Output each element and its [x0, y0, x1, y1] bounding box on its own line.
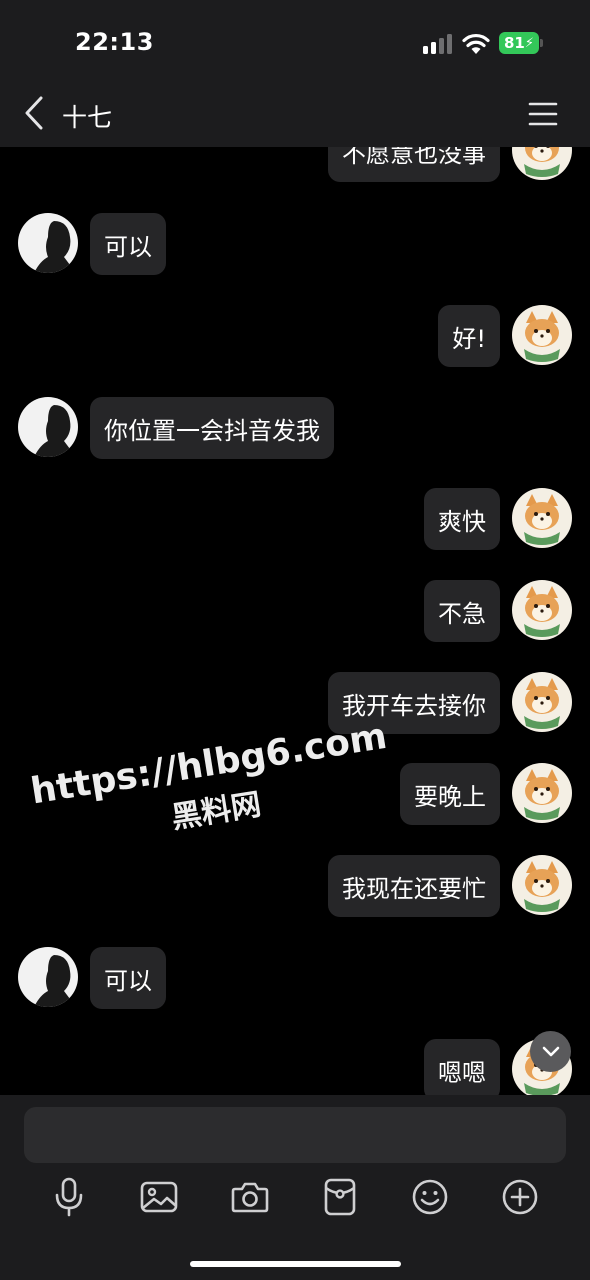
message-text: 你位置一会抖音发我: [104, 416, 320, 445]
message-row-outgoing: 好!: [0, 305, 590, 367]
message-bubble[interactable]: 爽快: [424, 488, 500, 550]
message-row-incoming: 你位置一会抖音发我: [0, 397, 590, 459]
status-time: 22:13: [75, 28, 154, 56]
message-bubble[interactable]: 我开车去接你: [328, 672, 500, 734]
message-row-outgoing: 我现在还要忙: [0, 855, 590, 917]
scroll-to-bottom-button[interactable]: [530, 1031, 571, 1072]
message-text: 我现在还要忙: [342, 874, 486, 903]
message-bubble[interactable]: 好!: [438, 305, 500, 367]
voice-button[interactable]: [47, 1175, 91, 1219]
message-bubble[interactable]: 你位置一会抖音发我: [90, 397, 334, 459]
red-packet-button[interactable]: [318, 1175, 362, 1219]
contact-name[interactable]: 十七: [62, 98, 112, 134]
message-row-outgoing: 爽快: [0, 488, 590, 550]
charging-bolt-icon: ⚡: [524, 35, 534, 51]
status-bar: 22:13 81 ⚡: [0, 0, 590, 80]
message-bubble[interactable]: 可以: [90, 213, 166, 275]
message-row-outgoing: 我开车去接你: [0, 672, 590, 734]
message-bubble[interactable]: 我现在还要忙: [328, 855, 500, 917]
plus-icon: [502, 1179, 538, 1215]
shiba-dog-avatar-icon: [512, 855, 572, 915]
my-avatar[interactable]: [512, 763, 572, 823]
message-row-outgoing: 嗯嗯: [0, 1039, 590, 1095]
message-row-incoming: 可以: [0, 947, 590, 1009]
my-avatar[interactable]: [512, 147, 572, 180]
message-row-outgoing: 不愿意也没事: [0, 147, 590, 182]
chevron-down-icon: [542, 1046, 559, 1056]
my-avatar[interactable]: [512, 488, 572, 548]
shiba-dog-avatar-icon: [512, 763, 572, 823]
message-bubble[interactable]: 不愿意也没事: [328, 147, 500, 182]
silhouette-person-avatar-icon: [18, 947, 78, 1007]
contact-avatar[interactable]: [18, 213, 78, 273]
silhouette-person-avatar-icon: [18, 213, 78, 273]
cellular-signal-icon: [423, 34, 452, 54]
hamburger-menu-icon[interactable]: [524, 96, 562, 132]
message-bubble[interactable]: 嗯嗯: [424, 1039, 500, 1095]
shiba-dog-avatar-icon: [512, 672, 572, 732]
microphone-icon: [55, 1177, 83, 1217]
shiba-dog-avatar-icon: [512, 488, 572, 548]
wifi-icon: [462, 33, 490, 54]
message-bubble[interactable]: 要晚上: [400, 763, 500, 825]
message-text: 可以: [104, 232, 152, 261]
emoji-button[interactable]: [408, 1175, 452, 1219]
shiba-dog-avatar-icon: [512, 147, 572, 180]
message-bubble[interactable]: 不急: [424, 580, 500, 642]
message-text: 好!: [452, 324, 486, 353]
red-packet-icon: [324, 1178, 356, 1216]
chat-header: 十七: [0, 80, 590, 147]
camera-button[interactable]: [228, 1175, 272, 1219]
message-text: 不急: [438, 599, 486, 628]
battery-level: 81: [503, 34, 525, 52]
image-icon: [140, 1181, 178, 1213]
message-text: 可以: [104, 966, 152, 995]
message-row-incoming: 可以: [0, 213, 590, 275]
message-text: 我开车去接你: [342, 691, 486, 720]
chat-message-list[interactable]: 不愿意也没事 可以 好! 你位置一会抖音发我 爽快 不急 我开车去接你 要晚上 …: [0, 147, 590, 1095]
silhouette-person-avatar-icon: [18, 397, 78, 457]
camera-icon: [231, 1182, 269, 1213]
message-input[interactable]: [24, 1107, 566, 1163]
emoji-icon: [412, 1179, 448, 1215]
battery-indicator: 81 ⚡: [499, 32, 539, 54]
contact-avatar[interactable]: [18, 397, 78, 457]
message-text: 要晚上: [414, 782, 486, 811]
back-button[interactable]: [14, 92, 54, 134]
message-bubble[interactable]: 可以: [90, 947, 166, 1009]
home-indicator[interactable]: [190, 1261, 401, 1267]
contact-avatar[interactable]: [18, 947, 78, 1007]
message-row-outgoing: 要晚上: [0, 763, 590, 825]
message-text: 嗯嗯: [438, 1058, 486, 1087]
more-actions-button[interactable]: [498, 1175, 542, 1219]
chevron-left-icon: [25, 96, 43, 130]
my-avatar[interactable]: [512, 855, 572, 915]
message-text: 不愿意也没事: [342, 147, 486, 168]
shiba-dog-avatar-icon: [512, 305, 572, 365]
message-row-outgoing: 不急: [0, 580, 590, 642]
battery-tip: [540, 39, 543, 47]
photo-album-button[interactable]: [137, 1175, 181, 1219]
my-avatar[interactable]: [512, 580, 572, 640]
composer-panel: [0, 1095, 590, 1280]
shiba-dog-avatar-icon: [512, 580, 572, 640]
message-text: 爽快: [438, 507, 486, 536]
my-avatar[interactable]: [512, 305, 572, 365]
my-avatar[interactable]: [512, 672, 572, 732]
